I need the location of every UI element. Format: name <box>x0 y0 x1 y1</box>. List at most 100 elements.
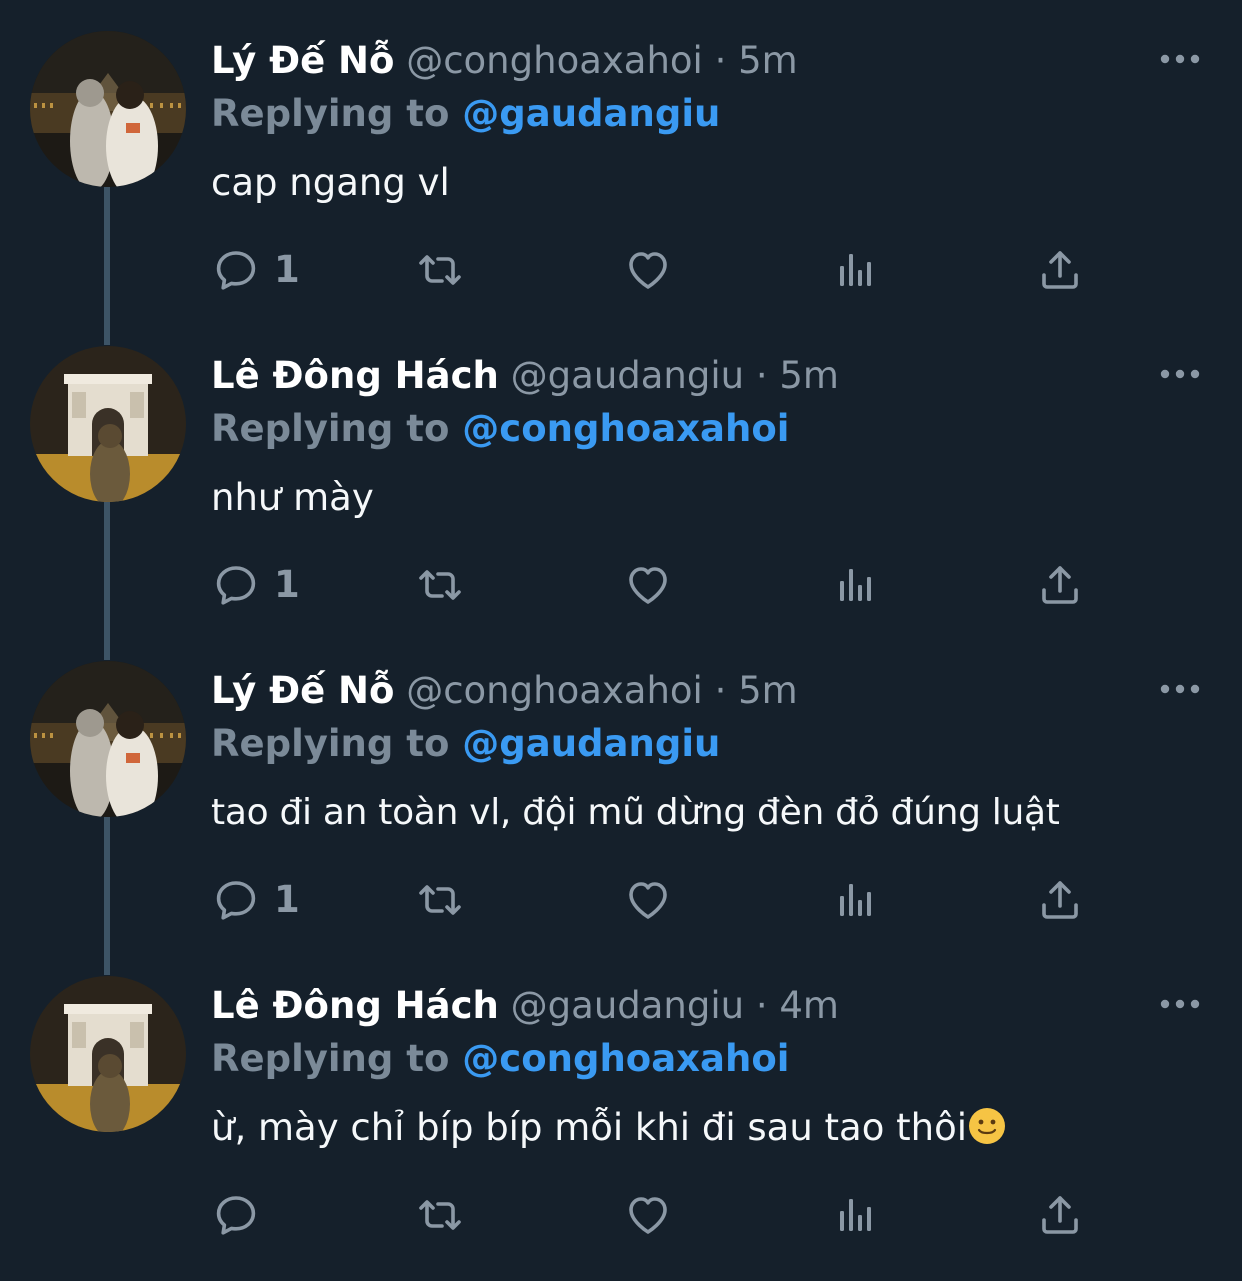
mention-link[interactable]: @conghoaxahoi <box>462 407 789 450</box>
separator: · <box>714 39 727 82</box>
reply-thread: Lý Đế Nỗ @conghoaxahoi · 5m Replying to … <box>0 0 1242 1281</box>
heart-icon <box>624 876 672 924</box>
tweet-text: cap ngang vl <box>211 161 450 204</box>
retweet-button[interactable] <box>416 246 464 294</box>
handle[interactable]: @conghoaxahoi <box>406 669 703 712</box>
analytics-icon <box>832 561 880 609</box>
mention-link[interactable]: @conghoaxahoi <box>462 1037 789 1080</box>
display-name[interactable]: Lý Đế Nỗ <box>211 669 394 712</box>
retweet-icon <box>416 246 464 294</box>
tweet-header: Lê Đông Hách @gaudangiu · 5m <box>211 351 839 401</box>
avatar[interactable] <box>30 31 186 187</box>
retweet-button[interactable] <box>416 876 464 924</box>
handle[interactable]: @gaudangiu <box>511 354 744 397</box>
action-bar: 1 <box>0 555 1242 615</box>
share-icon <box>1036 1191 1084 1239</box>
reply-bubble-icon <box>212 1191 260 1239</box>
tweet-text: như mày <box>211 476 374 519</box>
reply-button[interactable]: 1 <box>212 246 300 294</box>
timestamp[interactable]: 5m <box>738 39 798 82</box>
like-button[interactable] <box>624 876 672 924</box>
action-bar <box>0 1185 1242 1245</box>
display-name[interactable]: Lê Đông Hách <box>211 984 499 1027</box>
analytics-icon <box>832 246 880 294</box>
handle[interactable]: @gaudangiu <box>511 984 744 1027</box>
reply-bubble-icon <box>212 876 260 924</box>
tweet-header: Lý Đế Nỗ @conghoaxahoi · 5m <box>211 36 798 86</box>
analytics-button[interactable] <box>832 561 880 609</box>
replying-to-label: Replying to <box>211 722 450 765</box>
more-dots-icon[interactable] <box>1158 997 1202 1011</box>
analytics-button[interactable] <box>832 246 880 294</box>
share-icon <box>1036 876 1084 924</box>
retweet-icon <box>416 876 464 924</box>
retweet-button[interactable] <box>416 1191 464 1239</box>
reply-bubble-icon <box>212 561 260 609</box>
tweet[interactable]: Lý Đế Nỗ @conghoaxahoi · 5m Replying to … <box>0 0 1242 315</box>
tweet-header: Lý Đế Nỗ @conghoaxahoi · 5m <box>211 666 798 716</box>
avatar-photo-icon <box>30 346 186 502</box>
mention-link[interactable]: @gaudangiu <box>462 92 720 135</box>
heart-icon <box>624 561 672 609</box>
tweet-text: tao đi an toàn vl, đội mũ dừng đèn đỏ đú… <box>211 792 1060 833</box>
avatar[interactable] <box>30 346 186 502</box>
reply-count: 1 <box>274 563 300 606</box>
more-dots-icon[interactable] <box>1158 367 1202 381</box>
analytics-button[interactable] <box>832 876 880 924</box>
replying-to-label: Replying to <box>211 407 450 450</box>
tweet[interactable]: Lê Đông Hách @gaudangiu · 5m Replying to… <box>0 315 1242 630</box>
heart-icon <box>624 1191 672 1239</box>
display-name[interactable]: Lê Đông Hách <box>211 354 499 397</box>
replying-to: Replying to @conghoaxahoi <box>211 404 789 454</box>
tweet-header: Lê Đông Hách @gaudangiu · 4m <box>211 981 839 1031</box>
timestamp[interactable]: 5m <box>738 669 798 712</box>
separator: · <box>714 669 727 712</box>
share-icon <box>1036 246 1084 294</box>
tweet[interactable]: Lý Đế Nỗ @conghoaxahoi · 5m Replying to … <box>0 630 1242 945</box>
share-button[interactable] <box>1036 246 1084 294</box>
separator: · <box>755 984 768 1027</box>
like-button[interactable] <box>624 1191 672 1239</box>
reply-button[interactable]: 1 <box>212 876 300 924</box>
reply-button[interactable]: 1 <box>212 561 300 609</box>
more-dots-icon[interactable] <box>1158 682 1202 696</box>
tweet[interactable]: Lê Đông Hách @gaudangiu · 4m Replying to… <box>0 945 1242 1260</box>
reply-bubble-icon <box>212 246 260 294</box>
handle[interactable]: @conghoaxahoi <box>406 39 703 82</box>
analytics-icon <box>832 876 880 924</box>
replying-to: Replying to @conghoaxahoi <box>211 1034 789 1084</box>
timestamp[interactable]: 5m <box>779 354 839 397</box>
slightly-smiling-face-icon <box>967 1106 1007 1146</box>
retweet-icon <box>416 561 464 609</box>
action-bar: 1 <box>0 240 1242 300</box>
mention-link[interactable]: @gaudangiu <box>462 722 720 765</box>
timestamp[interactable]: 4m <box>779 984 839 1027</box>
reply-count: 1 <box>274 248 300 291</box>
heart-icon <box>624 246 672 294</box>
tweet-text: ừ, mày chỉ bíp bíp mỗi khi đi sau tao th… <box>211 1106 967 1149</box>
reply-button[interactable] <box>212 1191 260 1239</box>
reply-count: 1 <box>274 878 300 921</box>
replying-to-label: Replying to <box>211 1037 450 1080</box>
share-button[interactable] <box>1036 876 1084 924</box>
share-button[interactable] <box>1036 561 1084 609</box>
avatar-photo-icon <box>30 976 186 1132</box>
replying-to: Replying to @gaudangiu <box>211 719 720 769</box>
avatar-photo-icon <box>30 661 186 817</box>
avatar[interactable] <box>30 661 186 817</box>
replying-to-label: Replying to <box>211 92 450 135</box>
separator: · <box>755 354 768 397</box>
retweet-button[interactable] <box>416 561 464 609</box>
share-button[interactable] <box>1036 1191 1084 1239</box>
action-bar: 1 <box>0 870 1242 930</box>
tweet-text-line: ừ, mày chỉ bíp bíp mỗi khi đi sau tao th… <box>211 1103 1007 1153</box>
analytics-icon <box>832 1191 880 1239</box>
retweet-icon <box>416 1191 464 1239</box>
analytics-button[interactable] <box>832 1191 880 1239</box>
like-button[interactable] <box>624 561 672 609</box>
display-name[interactable]: Lý Đế Nỗ <box>211 39 394 82</box>
avatar[interactable] <box>30 976 186 1132</box>
replying-to: Replying to @gaudangiu <box>211 89 720 139</box>
more-dots-icon[interactable] <box>1158 52 1202 66</box>
like-button[interactable] <box>624 246 672 294</box>
